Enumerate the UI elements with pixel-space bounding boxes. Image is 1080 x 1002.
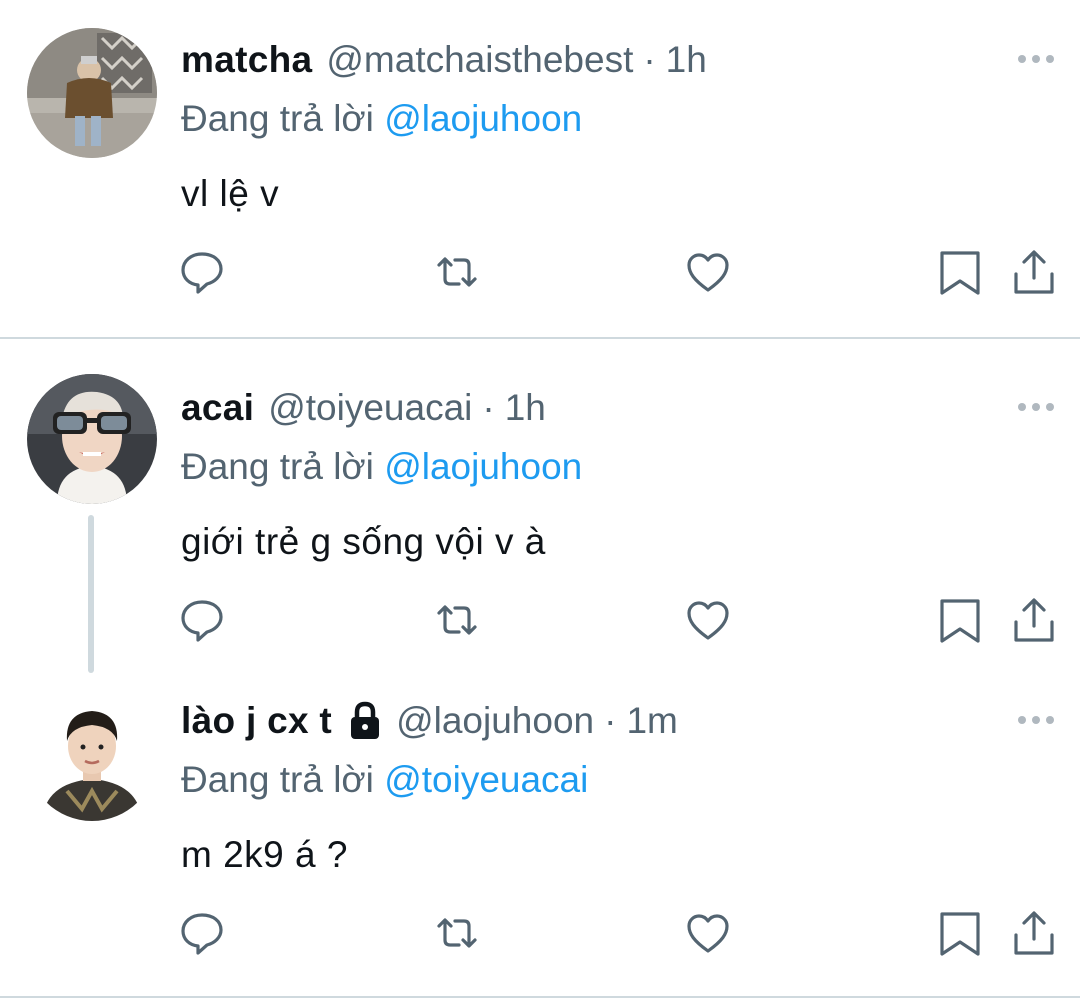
mention-link[interactable]: @laojuhoon [384, 98, 582, 139]
like-heart-icon[interactable] [684, 596, 732, 644]
avatar[interactable] [27, 691, 157, 821]
replying-to-label: Đang trả lời [181, 759, 374, 800]
tweet[interactable]: acai @toiyeuacai · 1h Đang trả lời @laoj… [0, 374, 1080, 678]
user-handle[interactable]: @matchaisthebest [326, 39, 633, 81]
mention-link[interactable]: @laojuhoon [384, 446, 582, 487]
display-name[interactable]: matcha [181, 39, 312, 81]
share-icon[interactable] [1010, 596, 1058, 644]
lock-icon [348, 701, 382, 741]
timestamp[interactable]: 1h [505, 387, 546, 429]
tweet-text: vl lệ v [181, 173, 280, 214]
bookmark-icon[interactable] [936, 596, 984, 644]
avatar[interactable] [27, 374, 157, 504]
tweet[interactable]: lào j cx t @laojuhoon · 1m Đang trả lời … [0, 691, 1080, 991]
replying-to-label: Đang trả lời [181, 98, 374, 139]
like-heart-icon[interactable] [684, 248, 732, 296]
tweet-text: giới trẻ g sống vội v à [181, 521, 546, 562]
tweet-text: m 2k9 á ? [181, 834, 348, 875]
action-bar [0, 909, 1080, 959]
tweet[interactable]: matcha @matchaisthebest · 1h Đang trả lờ… [0, 28, 1080, 340]
more-options-icon[interactable] [1016, 48, 1056, 70]
reply-icon[interactable] [178, 596, 226, 644]
share-icon[interactable] [1010, 248, 1058, 296]
divider [0, 337, 1080, 339]
retweet-icon[interactable] [433, 248, 481, 296]
retweet-icon[interactable] [433, 596, 481, 644]
avatar[interactable] [27, 28, 157, 158]
divider [0, 996, 1080, 998]
separator-dot: · [643, 39, 656, 80]
mention-link[interactable]: @toiyeuacai [384, 759, 588, 800]
action-bar [0, 596, 1080, 646]
more-options-icon[interactable] [1016, 396, 1056, 418]
tweet-header: lào j cx t @laojuhoon · 1m [181, 691, 678, 751]
share-icon[interactable] [1010, 909, 1058, 957]
reply-icon[interactable] [178, 909, 226, 957]
user-handle[interactable]: @laojuhoon [396, 700, 594, 742]
timestamp[interactable]: 1m [626, 700, 677, 742]
tweet-header: acai @toiyeuacai · 1h [181, 378, 546, 438]
bookmark-icon[interactable] [936, 248, 984, 296]
reply-icon[interactable] [178, 248, 226, 296]
display-name[interactable]: acai [181, 387, 254, 429]
replying-to: Đang trả lời @toiyeuacai [181, 759, 588, 801]
separator-dot: · [482, 387, 495, 428]
bookmark-icon[interactable] [936, 909, 984, 957]
replying-to: Đang trả lời @laojuhoon [181, 446, 582, 488]
display-name[interactable]: lào j cx t [181, 700, 332, 742]
separator-dot: · [604, 700, 617, 741]
replying-to-label: Đang trả lời [181, 446, 374, 487]
timestamp[interactable]: 1h [666, 39, 707, 81]
tweet-header: matcha @matchaisthebest · 1h [181, 30, 707, 90]
replying-to: Đang trả lời @laojuhoon [181, 98, 582, 140]
like-heart-icon[interactable] [684, 909, 732, 957]
more-options-icon[interactable] [1016, 709, 1056, 731]
thread-connector-line [88, 515, 94, 673]
retweet-icon[interactable] [433, 909, 481, 957]
action-bar [0, 248, 1080, 298]
user-handle[interactable]: @toiyeuacai [268, 387, 472, 429]
